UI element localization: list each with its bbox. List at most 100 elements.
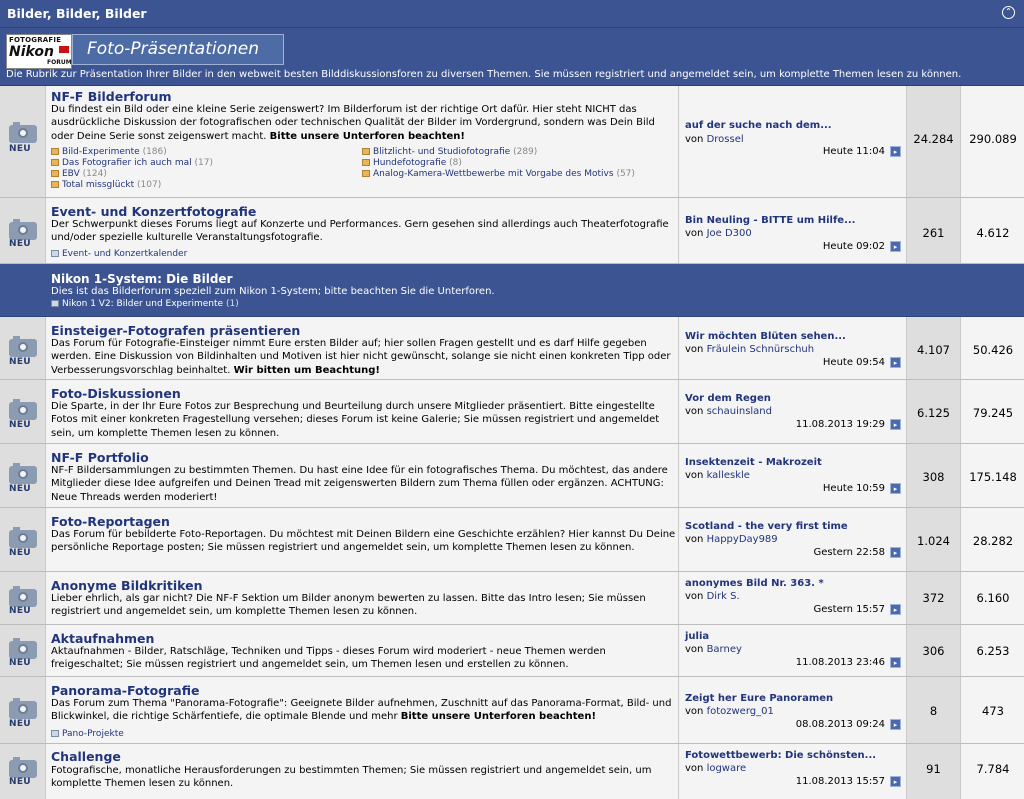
go-to-last-post-icon[interactable]: ▸ <box>890 657 901 668</box>
thread-count: 91 <box>926 762 941 776</box>
new-posts-icon: NEU <box>9 658 31 668</box>
last-post: julia von Barney 11.08.2013 23:46 ▸ <box>678 625 906 676</box>
forum-title[interactable]: NF-F Bilderforum <box>51 89 172 104</box>
last-post-title[interactable]: Scotland - the very first time <box>685 521 848 532</box>
camera-icon <box>9 399 37 420</box>
go-to-last-post-icon[interactable]: ▸ <box>890 146 901 157</box>
last-post: Zeigt her Eure Panoramen von fotozwerg_0… <box>678 677 906 743</box>
camera-icon <box>9 219 37 240</box>
category-header[interactable]: Bilder, Bilder, Bilder ⌃ <box>0 0 1024 28</box>
forum-row: NEU Aktaufnahmen Aktaufnahmen - Bilder, … <box>0 625 1024 677</box>
banner-title-box: Foto-Präsentationen <box>72 34 284 65</box>
forum-title[interactable]: Foto-Reportagen <box>51 514 170 529</box>
last-post-title[interactable]: Insektenzeit - Makrozeit <box>685 457 822 468</box>
last-post-date: Heute 09:02 <box>822 241 885 252</box>
last-post-date: 11.08.2013 15:57 <box>795 776 885 787</box>
new-posts-icon: NEU <box>9 239 31 249</box>
forum-description: Aktaufnahmen - Bilder, Ratschläge, Techn… <box>51 646 606 671</box>
subforum-link[interactable]: Bild-Experimente (186) <box>51 147 167 157</box>
go-to-last-post-icon[interactable]: ▸ <box>890 241 901 252</box>
forum-description: Die Sparte, in der Ihr Eure Fotos zur Be… <box>51 401 660 439</box>
last-post-title[interactable]: Wir möchten Blüten sehen... <box>685 331 846 342</box>
subforum-link[interactable]: Pano-Projekte <box>51 729 124 739</box>
last-post-title[interactable]: Vor dem Regen <box>685 393 771 404</box>
last-post-user[interactable]: logware <box>707 763 747 774</box>
section-description: Dies ist das Bilderforum speziell zum Ni… <box>51 286 495 297</box>
post-count: 79.245 <box>972 406 1014 420</box>
banner-title: Foto-Präsentationen <box>87 39 260 59</box>
section-title[interactable]: Nikon 1-System: Die Bilder <box>51 272 232 286</box>
new-posts-icon: NEU <box>9 719 31 729</box>
category-title: Bilder, Bilder, Bilder <box>7 6 147 21</box>
last-post-user[interactable]: schauinsland <box>707 406 772 417</box>
camera-icon <box>9 336 37 357</box>
last-post-date: Heute 09:54 <box>822 357 885 368</box>
last-post-user[interactable]: kalleskle <box>707 470 750 481</box>
forum-title[interactable]: Anonyme Bildkritiken <box>51 578 202 593</box>
go-to-last-post-icon[interactable]: ▸ <box>890 419 901 430</box>
collapse-icon[interactable]: ⌃ <box>1002 6 1015 19</box>
forum-description: Fotografische, monatliche Herausforderun… <box>51 765 652 790</box>
folder-icon <box>362 159 370 166</box>
last-post-date: Gestern 22:58 <box>813 547 885 558</box>
post-count: 6.253 <box>976 644 1010 658</box>
last-post-user[interactable]: fotozwerg_01 <box>707 706 774 717</box>
last-post-title[interactable]: auf der suche nach dem... <box>685 120 832 131</box>
new-posts-icon: NEU <box>9 144 31 154</box>
last-post: Insektenzeit - Makrozeit von kalleskle H… <box>678 444 906 507</box>
forum-description: NF-F Bildersammlungen zu bestimmten Them… <box>51 465 668 503</box>
last-post-user[interactable]: Joe D300 <box>707 228 752 239</box>
subforum-link[interactable]: Hundefotografie (8) <box>362 158 462 168</box>
go-to-last-post-icon[interactable]: ▸ <box>890 776 901 787</box>
subforum-link[interactable]: Analog-Kamera-Wettbewerbe mit Vorgabe de… <box>362 169 635 179</box>
post-count: 473 <box>982 704 1004 718</box>
camera-icon <box>9 698 37 719</box>
folder-icon <box>51 181 59 188</box>
forum-title[interactable]: Challenge <box>51 749 121 764</box>
subforum-link[interactable]: Total missglückt (107) <box>51 180 161 190</box>
go-to-last-post-icon[interactable]: ▸ <box>890 483 901 494</box>
last-post: Bin Neuling - BITTE um Hilfe... von Joe … <box>678 198 906 263</box>
go-to-last-post-icon[interactable]: ▸ <box>890 357 901 368</box>
last-post-user[interactable]: Dirk S. <box>707 591 740 602</box>
forum-row: NEU Challenge Fotografische, monatliche … <box>0 744 1024 799</box>
last-post-title[interactable]: Fotowettbewerb: Die schönsten... <box>685 750 876 761</box>
thread-count: 261 <box>922 226 945 240</box>
forum-title[interactable]: Aktaufnahmen <box>51 631 154 646</box>
go-to-last-post-icon[interactable]: ▸ <box>890 547 901 558</box>
forum-title[interactable]: Foto-Diskussionen <box>51 386 181 401</box>
subforum-link[interactable]: Das Fotografier ich auch mal (17) <box>51 158 213 168</box>
category-banner: FOTOGRAFIE Nikon FORUM Foto-Präsentation… <box>0 28 1024 86</box>
last-post: Vor dem Regen von schauinsland 11.08.201… <box>678 380 906 443</box>
forum-description: Lieber ehrlich, als gar nicht? Die NF-F … <box>51 593 646 618</box>
forum-row: NEU Foto-Reportagen Das Forum für bebild… <box>0 508 1024 572</box>
calendar-link[interactable]: Event- und Konzertkalender <box>51 249 187 259</box>
calendar-icon <box>51 250 59 257</box>
last-post-title[interactable]: julia <box>685 631 709 642</box>
forum-title[interactable]: Event- und Konzertfotografie <box>51 204 256 219</box>
subforum-link[interactable]: Blitzlicht- und Studiofotografie (289) <box>362 147 537 157</box>
last-post-user[interactable]: Fräulein Schnürschuh <box>707 344 815 355</box>
last-post-user[interactable]: Barney <box>707 644 742 655</box>
post-count: 7.784 <box>976 762 1010 776</box>
last-post-title[interactable]: Bin Neuling - BITTE um Hilfe... <box>685 215 855 226</box>
forum-row: NEU Foto-Diskussionen Die Sparte, in der… <box>0 380 1024 444</box>
forum-row: NEU Panorama-Fotografie Das Forum zum Th… <box>0 677 1024 744</box>
last-post-title[interactable]: Zeigt her Eure Panoramen <box>685 693 833 704</box>
last-post-title[interactable]: anonymes Bild Nr. 363. * <box>685 578 824 589</box>
last-post-user[interactable]: Drossel <box>707 134 744 145</box>
last-post: Fotowettbewerb: Die schönsten... von log… <box>678 744 906 799</box>
forum-description: Das Forum für bebilderte Foto-Reportagen… <box>51 529 676 554</box>
section-header-nikon1[interactable]: Nikon 1-System: Die Bilder Dies ist das … <box>0 264 1024 317</box>
forum-title[interactable]: NF-F Portfolio <box>51 450 149 465</box>
forum-title[interactable]: Einsteiger-Fotografen präsentieren <box>51 323 300 338</box>
thread-count: 24.284 <box>913 132 954 146</box>
subforum-link[interactable]: EBV (124) <box>51 169 107 179</box>
post-count: 50.426 <box>972 343 1014 357</box>
go-to-last-post-icon[interactable]: ▸ <box>890 719 901 730</box>
go-to-last-post-icon[interactable]: ▸ <box>890 604 901 615</box>
last-post-user[interactable]: HappyDay989 <box>707 534 778 545</box>
post-count: 4.612 <box>976 226 1010 240</box>
subforum-link[interactable]: Nikon 1 V2: Bilder und Experimente (1) <box>51 299 239 309</box>
forum-title[interactable]: Panorama-Fotografie <box>51 683 199 698</box>
